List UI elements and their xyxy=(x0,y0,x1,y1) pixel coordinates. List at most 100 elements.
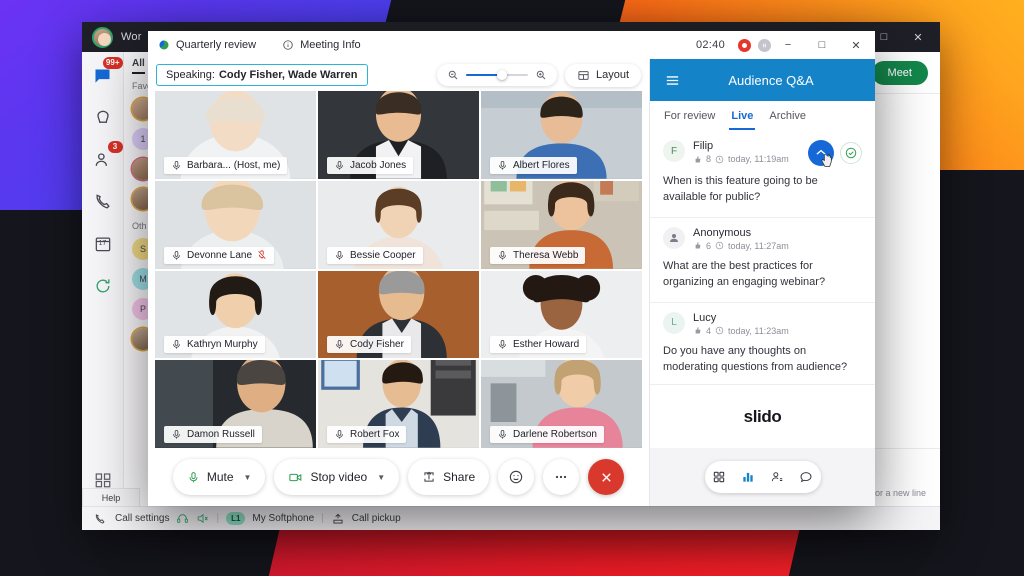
qa-author: Filip xyxy=(693,140,714,152)
participant-tile[interactable]: Theresa Webb xyxy=(481,180,642,269)
slido-brand-logo: slido xyxy=(650,384,875,448)
chat-button[interactable] xyxy=(792,461,821,493)
avatar xyxy=(663,226,685,249)
softphone-label[interactable]: My Softphone xyxy=(252,513,314,524)
qa-question-list: F Filip 8 today, 11:19am When is this fe… xyxy=(650,131,875,384)
camera-icon xyxy=(289,473,302,481)
mic-icon xyxy=(499,429,506,439)
qa-mark-answered-button[interactable] xyxy=(840,142,862,164)
participant-name-chip: Darlene Robertson xyxy=(490,426,604,443)
participant-tile[interactable]: Albert Flores xyxy=(481,91,642,179)
microphone-icon xyxy=(189,471,198,482)
participant-tile[interactable]: Kathryn Murphy xyxy=(155,270,316,359)
participant-name: Darlene Robertson xyxy=(513,429,597,440)
hamburger-icon[interactable] xyxy=(664,72,681,89)
tab-meeting-info[interactable]: Meeting Info xyxy=(282,39,373,51)
help-icon xyxy=(95,473,110,488)
more-options-button[interactable] xyxy=(543,459,580,495)
emoji-icon xyxy=(509,470,523,484)
qa-footer-toolbar xyxy=(650,448,875,506)
qa-title: Audience Q&A xyxy=(728,72,814,88)
participant-tile[interactable]: Cody Fisher xyxy=(318,270,479,359)
participant-name: Cody Fisher xyxy=(350,339,404,351)
recording-indicator-icon[interactable] xyxy=(738,38,751,52)
participant-name: Barbara... (Host, me) xyxy=(187,159,281,171)
speaking-names: Cody Fisher, Wade Warren xyxy=(218,69,358,81)
background-nav-rail: 99+ 3 17 xyxy=(82,52,124,506)
help-tab[interactable]: Help xyxy=(82,488,140,506)
participant-tile[interactable]: Damon Russell xyxy=(155,360,316,448)
qa-time: today, 11:19am xyxy=(728,154,789,164)
chat-bubble-icon xyxy=(800,472,812,483)
tab-for-review[interactable]: For review xyxy=(664,110,715,122)
sidebar-item-calls[interactable] xyxy=(89,188,117,216)
maximize-button[interactable]: □ xyxy=(805,31,839,59)
status-bar: Call settings | L1 My Softphone | Call p… xyxy=(82,506,940,530)
participant-tile[interactable]: Bessie Cooper xyxy=(318,180,479,269)
call-pickup-label[interactable]: Call pickup xyxy=(352,513,401,524)
participant-tile[interactable]: Devonne Lane xyxy=(155,180,316,269)
zoom-track[interactable] xyxy=(465,70,528,80)
audio-device-icon[interactable] xyxy=(196,512,209,525)
participant-name: Kathryn Murphy xyxy=(187,339,258,351)
sidebar-item-chats[interactable]: 99+ xyxy=(89,57,123,90)
close-button[interactable]: ✕ xyxy=(839,31,873,59)
participant-name-chip: Robert Fox xyxy=(327,426,407,443)
call-settings-icon[interactable] xyxy=(94,512,108,526)
participant-tile[interactable]: Esther Howard xyxy=(481,270,642,359)
call-pickup-icon[interactable] xyxy=(331,512,345,526)
contacts-tab-all[interactable]: All xyxy=(132,58,145,74)
qa-question-item[interactable]: L Lucy 4 today, 11:23am Do you have any … xyxy=(650,303,875,384)
sidebar-item-teams[interactable] xyxy=(89,104,117,132)
mic-icon xyxy=(336,250,343,260)
more-icon xyxy=(556,475,567,479)
participant-name-chip: Kathryn Murphy xyxy=(164,336,265,354)
qa-question-item[interactable]: F Filip 8 today, 11:19am When is this fe… xyxy=(650,131,875,218)
participants-icon xyxy=(771,472,783,482)
qa-tabs: For review Live Archive xyxy=(650,101,875,131)
mic-icon xyxy=(173,429,180,439)
qa-question-text: When is this feature going to be availab… xyxy=(663,175,818,203)
participant-tile[interactable]: Darlene Robertson xyxy=(481,360,642,448)
zoom-in-icon[interactable] xyxy=(535,69,547,81)
participants-button[interactable] xyxy=(763,461,792,493)
participant-tile[interactable]: Robert Fox xyxy=(318,360,479,448)
stop-video-button[interactable]: Stop video ▼ xyxy=(274,459,400,495)
background-close-button[interactable]: ✕ xyxy=(902,23,934,51)
end-call-button[interactable] xyxy=(588,459,625,495)
avatar: L xyxy=(663,311,685,334)
reactions-button[interactable] xyxy=(498,459,535,495)
call-settings-label[interactable]: Call settings xyxy=(115,513,169,524)
headset-icon[interactable] xyxy=(176,512,189,525)
apps-button[interactable] xyxy=(705,461,734,493)
qa-meta-row: 6 today, 11:27am xyxy=(693,241,862,251)
layout-button[interactable]: Layout xyxy=(564,63,641,87)
sidebar-item-contacts[interactable]: 3 xyxy=(89,141,123,174)
zoom-out-icon[interactable] xyxy=(447,69,459,81)
minimize-button[interactable]: − xyxy=(771,31,805,59)
tab-live[interactable]: Live xyxy=(729,110,756,130)
zoom-slider[interactable] xyxy=(436,64,557,86)
mute-button[interactable]: Mute ▼ xyxy=(172,459,266,495)
participant-name-chip: Devonne Lane xyxy=(164,246,275,264)
mic-icon xyxy=(499,160,506,170)
share-button[interactable]: Share xyxy=(408,459,490,495)
user-avatar[interactable] xyxy=(92,26,113,48)
qa-upvote-button[interactable] xyxy=(808,140,834,167)
sidebar-item-calendar[interactable]: 17 xyxy=(89,230,117,258)
tab-archive[interactable]: Archive xyxy=(769,110,806,122)
qa-question-item[interactable]: Anonymous 6 today, 11:27am What are the … xyxy=(650,218,875,303)
sidebar-item-history[interactable] xyxy=(89,272,117,300)
chevron-down-icon[interactable]: ▼ xyxy=(244,473,252,482)
tab-quarterly-review[interactable]: Quarterly review xyxy=(158,39,268,51)
meet-button[interactable]: Meet xyxy=(871,60,928,85)
chevron-down-icon[interactable]: ▼ xyxy=(377,473,385,482)
apps-grid-icon xyxy=(713,471,725,483)
anonymous-user-icon xyxy=(670,233,678,242)
participant-tile[interactable]: Barbara... (Host, me) xyxy=(155,91,316,179)
polls-button[interactable] xyxy=(734,461,763,493)
clock-icon xyxy=(715,242,724,250)
zoom-knob[interactable] xyxy=(496,70,507,80)
participant-tile[interactable]: Jacob Jones xyxy=(318,91,479,179)
pause-indicator-icon[interactable] xyxy=(758,38,771,52)
